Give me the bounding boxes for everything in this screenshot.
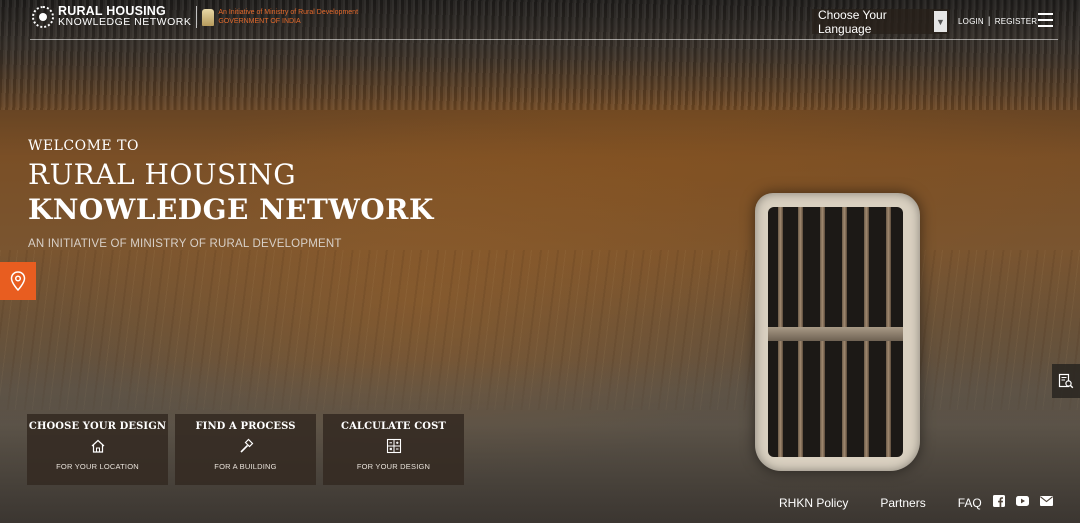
language-select-label: Choose Your Language bbox=[818, 7, 887, 36]
card-title: CALCULATE COST bbox=[341, 421, 446, 432]
logo-divider bbox=[196, 6, 198, 28]
facebook-icon[interactable] bbox=[993, 495, 1005, 507]
hamburger-menu-icon[interactable] bbox=[1038, 13, 1053, 27]
hero-banner: RURAL HOUSING KNOWLEDGE NETWORK An Initi… bbox=[0, 0, 1080, 523]
national-emblem-icon bbox=[202, 8, 215, 26]
auth-separator: | bbox=[987, 16, 991, 27]
social-links bbox=[993, 495, 1053, 507]
login-link[interactable]: LOGIN bbox=[958, 17, 984, 26]
auth-links: LOGIN | REGISTER bbox=[958, 16, 1037, 27]
location-tab[interactable] bbox=[0, 262, 36, 300]
initiative-text: An Initiative of Ministry of Rural Devel… bbox=[218, 9, 359, 16]
find-process-card[interactable]: FIND A PROCESS FOR A BUILDING bbox=[175, 414, 316, 485]
site-header: RURAL HOUSING KNOWLEDGE NETWORK An Initi… bbox=[0, 0, 1080, 40]
hammer-icon bbox=[239, 438, 253, 453]
document-search-icon bbox=[1058, 373, 1074, 389]
ministry-initiative: An Initiative of Ministry of Rural Devel… bbox=[218, 8, 358, 26]
hero-tagline: AN INITIATIVE OF MINISTRY OF RURAL DEVEL… bbox=[28, 238, 342, 250]
quick-action-cards: CHOOSE YOUR DESIGN FOR YOUR LOCATION FIN… bbox=[27, 414, 464, 485]
card-subtitle: FOR A BUILDING bbox=[214, 462, 277, 471]
youtube-icon[interactable] bbox=[1016, 496, 1029, 506]
rhkn-policy-link[interactable]: RHKN Policy bbox=[779, 496, 848, 510]
register-link[interactable]: REGISTER bbox=[995, 17, 1038, 26]
window-grill bbox=[768, 207, 903, 457]
choose-design-card[interactable]: CHOOSE YOUR DESIGN FOR YOUR LOCATION bbox=[27, 414, 168, 485]
rhkn-logo-icon bbox=[32, 6, 54, 28]
footer-links: RHKN Policy Partners FAQ bbox=[779, 496, 982, 510]
logo-text: RURAL HOUSING KNOWLEDGE NETWORK bbox=[58, 5, 192, 28]
logo-subtitle: KNOWLEDGE NETWORK bbox=[58, 16, 192, 28]
card-subtitle: FOR YOUR DESIGN bbox=[356, 462, 431, 471]
card-title: CHOOSE YOUR DESIGN bbox=[28, 421, 167, 432]
hero-title-line2: KNOWLEDGE NETWORK bbox=[28, 193, 434, 226]
welcome-block: WELCOME TO RURAL HOUSING KNOWLEDGE NETWO… bbox=[28, 138, 434, 250]
welcome-label: WELCOME TO bbox=[28, 138, 139, 154]
chevron-down-icon[interactable]: ▼ bbox=[934, 11, 947, 32]
calculator-icon bbox=[386, 438, 401, 454]
faq-link[interactable]: FAQ bbox=[958, 496, 982, 510]
mail-icon[interactable] bbox=[1040, 496, 1053, 506]
card-subtitle: FOR YOUR LOCATION bbox=[56, 462, 139, 471]
card-title: FIND A PROCESS bbox=[195, 421, 296, 432]
header-divider bbox=[30, 39, 1058, 40]
document-search-tab[interactable] bbox=[1052, 364, 1080, 398]
language-select[interactable]: Choose Your Language ▼ bbox=[812, 7, 949, 36]
calculate-cost-card[interactable]: CALCULATE COST FOR YOUR DESIGN bbox=[323, 414, 464, 485]
location-pin-icon bbox=[10, 271, 26, 291]
hero-title-line1: RURAL HOUSING bbox=[28, 158, 297, 191]
partners-link[interactable]: Partners bbox=[880, 496, 925, 510]
hut-window-image bbox=[755, 193, 920, 471]
site-logo[interactable]: RURAL HOUSING KNOWLEDGE NETWORK An Initi… bbox=[32, 5, 358, 28]
government-text: GOVERNMENT OF INDIA bbox=[218, 18, 301, 25]
house-icon bbox=[91, 439, 104, 453]
